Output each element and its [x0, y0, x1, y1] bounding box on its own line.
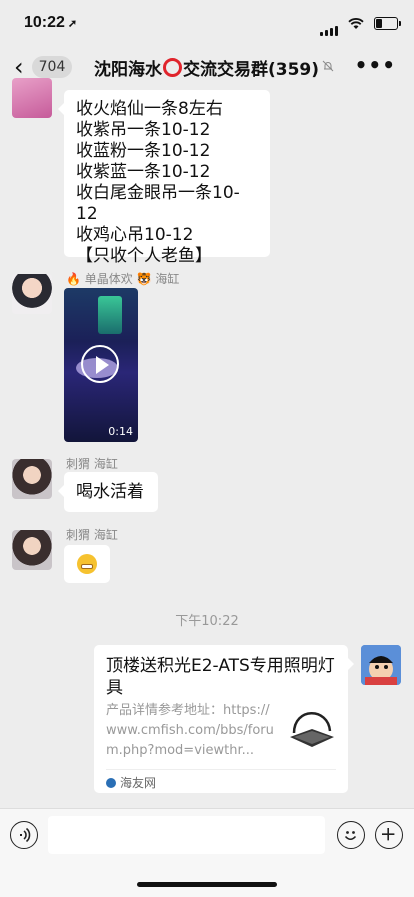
fire-icon: 🔥 — [66, 272, 81, 286]
sender-name: 🔥 单晶体欢 🐯 海缸 — [66, 272, 180, 286]
avatar[interactable] — [12, 78, 52, 118]
message-line: 收火焰仙一条8左右 — [76, 99, 223, 119]
emoji-message[interactable] — [64, 545, 110, 583]
avatar[interactable] — [12, 459, 52, 499]
red-circle-icon — [163, 58, 182, 77]
video-message[interactable]: 0:14 — [64, 288, 138, 442]
source-logo-icon — [106, 778, 116, 788]
link-card-source: 海友网 — [106, 774, 156, 791]
sender-name: 刺猬 海缸 — [66, 528, 118, 542]
message-line: 收紫吊一条10-12 — [76, 120, 211, 140]
more-options-icon[interactable]: ••• — [355, 55, 396, 75]
avatar[interactable] — [12, 530, 52, 570]
light-fixture-thumbnail — [284, 703, 338, 757]
mute-bell-icon — [322, 60, 334, 72]
link-card-message[interactable]: 顶楼送积光E2-ATS专用照明灯具 产品详情参考地址：https://www.c… — [94, 645, 354, 793]
video-duration: 0:14 — [108, 425, 133, 438]
message-line: 收白尾金眼吊一条10-12 — [76, 183, 240, 224]
wifi-icon — [348, 15, 364, 34]
chat-title[interactable]: 沈阳海水 交流交易群(359) — [94, 55, 319, 80]
play-icon[interactable] — [81, 345, 119, 383]
message-input[interactable] — [48, 816, 325, 854]
message-line: 收蓝粉一条10-12 — [76, 141, 211, 161]
plus-icon[interactable] — [375, 821, 403, 849]
message-bubble[interactable]: 收火焰仙一条8左右 收紫吊一条10-12 收蓝粉一条10-12 收紫蓝一条10-… — [58, 90, 270, 266]
emoji-picker-icon[interactable] — [337, 821, 365, 849]
divider — [106, 769, 336, 770]
timestamp: 下午10:22 — [175, 614, 239, 629]
sender-name: 刺猬 海缸 — [66, 457, 118, 471]
message-bubble[interactable]: 喝水活着 — [58, 472, 158, 512]
clock: 10:22 ➚ — [24, 14, 78, 31]
back-icon[interactable]: ‹ — [14, 55, 24, 79]
video-thumbnail-light — [98, 296, 122, 334]
cellular-signal-icon — [320, 17, 340, 36]
unread-count-badge[interactable]: 704 — [32, 56, 72, 78]
location-arrow-icon: ➚ — [67, 18, 78, 30]
my-avatar[interactable] — [361, 645, 401, 685]
member-count: (359) — [268, 60, 320, 80]
home-indicator — [137, 882, 277, 887]
avatar[interactable] — [12, 274, 52, 314]
link-card-description: 产品详情参考地址：https://www.cmfish.com/bbs/foru… — [106, 703, 274, 758]
message-text: 喝水活着 — [76, 482, 144, 502]
battery-icon — [374, 17, 401, 30]
status-bar: 10:22 ➚ — [0, 0, 414, 46]
chat-header: ‹ 704 沈阳海水 交流交易群(359) ••• — [0, 46, 414, 90]
link-card-title: 顶楼送积光E2-ATS专用照明灯具 — [106, 656, 335, 698]
message-line: 收紫蓝一条10-12 — [76, 162, 211, 182]
message-line: 收鸡心吊10-12 — [76, 225, 194, 245]
tiger-icon: 🐯 — [136, 272, 152, 286]
message-line: 【只收个人老鱼】 — [76, 246, 212, 266]
grimacing-emoji-icon — [77, 554, 97, 574]
voice-input-icon[interactable] — [10, 821, 38, 849]
